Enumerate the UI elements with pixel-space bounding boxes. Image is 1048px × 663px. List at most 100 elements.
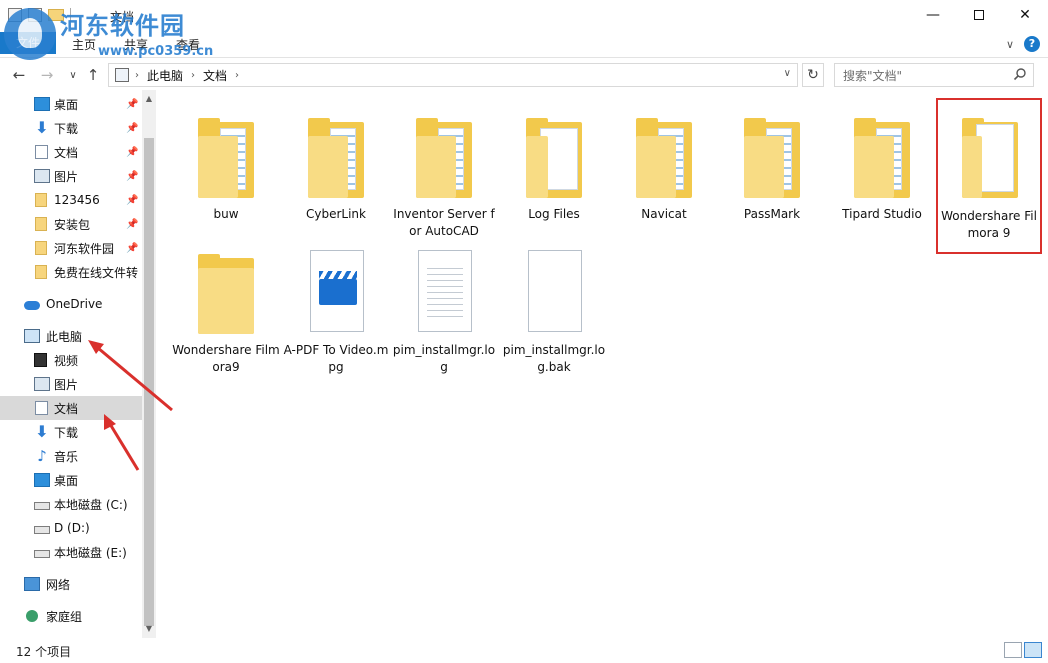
properties-icon[interactable] bbox=[8, 8, 22, 22]
folder-icon bbox=[35, 241, 47, 255]
sidebar-item-homegroup[interactable]: 家庭组 bbox=[0, 604, 142, 628]
sidebar-item-documents[interactable]: 文档 📌 bbox=[0, 140, 142, 164]
tab-share[interactable]: 共享 bbox=[124, 36, 148, 53]
sidebar-item-drive-d[interactable]: D (D:) bbox=[0, 516, 142, 540]
sidebar-item-label: 下载 bbox=[54, 121, 79, 136]
recent-locations-button[interactable]: ∨ bbox=[62, 64, 84, 86]
ribbon-expand-button[interactable]: ∨ bbox=[1006, 38, 1014, 51]
breadcrumb-separator: › bbox=[135, 69, 139, 81]
sidebar-item-label: 河东软件园 bbox=[54, 241, 115, 256]
file-item-pim-installmgr-log-bak[interactable]: pim_installmgr.log.bak bbox=[500, 236, 608, 374]
address-bar[interactable]: › 此电脑 › 文档 › ∨ bbox=[108, 63, 798, 87]
file-item-pim-installmgr-log[interactable]: pim_installmgr.log bbox=[390, 236, 498, 374]
sidebar-item-install-packages[interactable]: 安装包 📌 bbox=[0, 212, 142, 236]
file-item-cyberlink[interactable]: CyberLink bbox=[282, 100, 390, 232]
address-dropdown-button[interactable]: ∨ bbox=[784, 68, 791, 79]
file-item-log-files[interactable]: Log Files bbox=[500, 100, 608, 232]
up-button[interactable]: ↑ bbox=[82, 64, 104, 86]
scroll-thumb[interactable] bbox=[144, 138, 154, 626]
file-name: A-PDF To Video.mpg bbox=[283, 343, 389, 374]
tab-home[interactable]: 主页 bbox=[72, 36, 96, 53]
file-name: pim_installmgr.log.bak bbox=[502, 343, 606, 374]
search-icon[interactable] bbox=[1013, 67, 1027, 81]
close-button[interactable]: ✕ bbox=[1002, 0, 1048, 30]
sidebar-item-videos[interactable]: 视频 bbox=[0, 348, 142, 372]
file-item-tipard-studio[interactable]: Tipard Studio bbox=[828, 100, 936, 232]
pin-icon: 📌 bbox=[126, 242, 139, 254]
sidebar-item-label: 文档 bbox=[54, 145, 79, 160]
document-icon bbox=[35, 401, 48, 415]
file-name: CyberLink bbox=[306, 207, 366, 221]
pin-icon: 📌 bbox=[126, 218, 139, 230]
help-icon[interactable]: ? bbox=[1024, 36, 1040, 52]
ribbon-tabs: 文件 主页 共享 查看 ∨ ? bbox=[0, 32, 1048, 58]
sidebar-item-label: 桌面 bbox=[54, 97, 79, 112]
file-item-passmark[interactable]: PassMark bbox=[718, 100, 826, 232]
breadcrumb-separator: › bbox=[235, 69, 240, 81]
breadcrumb-documents[interactable]: 文档 bbox=[203, 67, 227, 84]
tab-file[interactable]: 文件 bbox=[0, 32, 56, 54]
pin-icon: 📌 bbox=[126, 194, 139, 206]
sidebar-item-network[interactable]: 网络 bbox=[0, 572, 142, 596]
title-bar: 文档 — ✕ bbox=[0, 0, 1048, 32]
file-item-wondershare-filmora9[interactable]: Wondershare Filmora9 bbox=[172, 236, 280, 374]
file-item-navicat[interactable]: Navicat bbox=[610, 100, 718, 232]
sidebar-scrollbar[interactable]: ▲ ▼ bbox=[142, 90, 156, 638]
sidebar-item-this-pc[interactable]: 此电脑 bbox=[0, 324, 142, 348]
new-folder-icon[interactable] bbox=[28, 8, 42, 22]
search-input[interactable]: 搜索"文档" bbox=[834, 63, 1034, 87]
sidebar-item-pc-documents[interactable]: 文档 bbox=[0, 396, 142, 420]
sidebar-item-label: D (D:) bbox=[54, 521, 90, 535]
pin-icon: 📌 bbox=[126, 146, 139, 158]
tab-view[interactable]: 查看 bbox=[176, 36, 200, 53]
folder-icon bbox=[300, 110, 372, 202]
sidebar-item-downloads[interactable]: ⬇ 下载 📌 bbox=[0, 116, 142, 140]
minimize-button[interactable]: — bbox=[910, 0, 956, 30]
sidebar-item-123456[interactable]: 123456 📌 bbox=[0, 188, 142, 212]
scroll-down-button[interactable]: ▼ bbox=[142, 622, 156, 636]
details-view-icon[interactable] bbox=[1004, 642, 1022, 658]
sidebar-item-label: 安装包 bbox=[54, 217, 91, 232]
video-icon bbox=[34, 353, 47, 367]
file-item-inventor-server[interactable]: Inventor Server for AutoCAD bbox=[390, 100, 498, 238]
maximize-icon bbox=[974, 10, 984, 20]
refresh-button[interactable]: ↻ bbox=[802, 63, 824, 87]
drive-icon bbox=[34, 550, 50, 558]
sidebar-item-onedrive[interactable]: OneDrive bbox=[0, 292, 142, 316]
sidebar-item-label: 图片 bbox=[54, 377, 79, 392]
address-row: ← → ∨ ↑ › 此电脑 › 文档 › ∨ ↻ 搜索"文档" bbox=[0, 60, 1048, 90]
folder-icon bbox=[35, 193, 47, 207]
file-item-a-pdf-to-video[interactable]: A-PDF To Video.mpg bbox=[282, 236, 390, 374]
sidebar-item-drive-c[interactable]: 本地磁盘 (C:) bbox=[0, 492, 142, 516]
sidebar-item-label: 视频 bbox=[54, 353, 79, 368]
file-name: Wondershare Filmora9 bbox=[172, 343, 280, 374]
large-icons-view-icon[interactable] bbox=[1024, 642, 1042, 658]
pin-icon: 📌 bbox=[126, 98, 139, 110]
blank-file-icon bbox=[518, 246, 590, 338]
file-item-buw[interactable]: buw bbox=[172, 100, 280, 232]
sidebar-item-desktop[interactable]: 桌面 📌 bbox=[0, 92, 142, 116]
folder-icon bbox=[954, 110, 1026, 202]
forward-button[interactable]: → bbox=[36, 64, 58, 86]
sidebar-item-hedong[interactable]: 河东软件园 📌 bbox=[0, 236, 142, 260]
sidebar-item-pc-pictures[interactable]: 图片 bbox=[0, 372, 142, 396]
sidebar-item-drive-e[interactable]: 本地磁盘 (E:) bbox=[0, 540, 142, 564]
sidebar-item-pc-downloads[interactable]: ⬇ 下载 bbox=[0, 420, 142, 444]
sidebar-item-music[interactable]: ♪ 音乐 bbox=[0, 444, 142, 468]
maximize-button[interactable] bbox=[956, 0, 1002, 30]
sidebar-item-pc-desktop[interactable]: 桌面 bbox=[0, 468, 142, 492]
document-icon bbox=[35, 145, 48, 159]
folder-icon bbox=[35, 217, 47, 231]
navigation-pane: 桌面 📌 ⬇ 下载 📌 文档 📌 图片 📌 123456 📌 安装包 📌 河东软… bbox=[0, 90, 158, 638]
sidebar-item-free-online-convert[interactable]: 免费在线文件转 bbox=[0, 260, 142, 284]
sidebar-item-pictures[interactable]: 图片 📌 bbox=[0, 164, 142, 188]
breadcrumb-this-pc[interactable]: 此电脑 bbox=[147, 67, 183, 84]
window-title: 文档 bbox=[110, 10, 135, 24]
drive-icon bbox=[34, 502, 50, 510]
back-button[interactable]: ← bbox=[8, 64, 30, 86]
item-count: 12 个项目 bbox=[16, 645, 72, 659]
status-bar: 12 个项目 bbox=[0, 638, 1048, 663]
folder-icon bbox=[48, 9, 64, 21]
file-item-wondershare-filmora-9[interactable]: Wondershare Filmora 9 bbox=[936, 98, 1042, 254]
scroll-up-button[interactable]: ▲ bbox=[142, 92, 156, 106]
